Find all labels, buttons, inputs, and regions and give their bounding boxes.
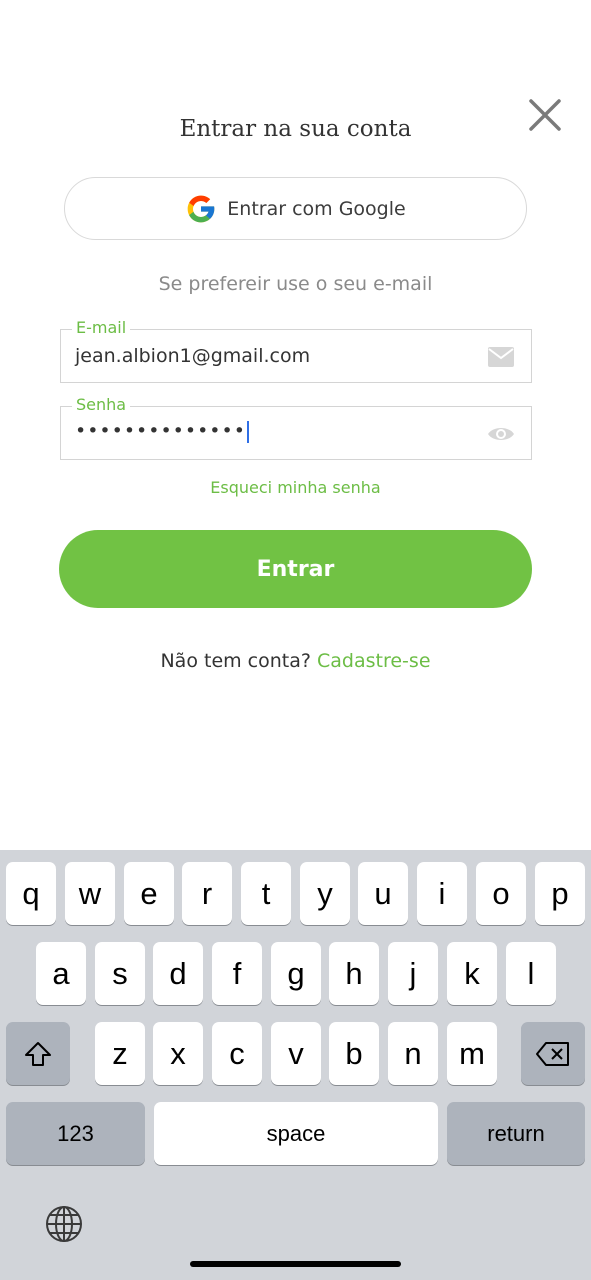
key-n[interactable]: n — [388, 1022, 438, 1085]
numbers-key[interactable]: 123 — [6, 1102, 145, 1165]
shift-key[interactable] — [6, 1022, 70, 1085]
eye-icon[interactable] — [487, 422, 515, 446]
key-o[interactable]: o — [476, 862, 526, 925]
key-c[interactable]: c — [212, 1022, 262, 1085]
mail-icon — [488, 347, 514, 367]
signup-prompt: Não tem conta? Cadastre-se — [0, 650, 591, 672]
key-m[interactable]: m — [447, 1022, 497, 1085]
key-s[interactable]: s — [95, 942, 145, 1005]
email-field-value[interactable]: jean.albion1@gmail.com — [75, 344, 310, 368]
key-t[interactable]: t — [241, 862, 291, 925]
key-b[interactable]: b — [329, 1022, 379, 1085]
password-field-value[interactable]: •••••••••••••• — [75, 419, 249, 443]
key-h[interactable]: h — [329, 942, 379, 1005]
password-dots: •••••••••••••• — [75, 420, 246, 442]
home-indicator — [190, 1261, 401, 1267]
login-button-label: Entrar — [256, 556, 335, 582]
password-field-label: Senha — [72, 395, 131, 415]
shift-icon — [25, 1041, 51, 1066]
key-w[interactable]: w — [65, 862, 115, 925]
key-q[interactable]: q — [6, 862, 56, 925]
key-r[interactable]: r — [182, 862, 232, 925]
backspace-icon — [536, 1041, 569, 1066]
email-hint-text: Se prefereir use o seu e-mail — [158, 273, 433, 295]
key-g[interactable]: g — [271, 942, 321, 1005]
key-x[interactable]: x — [153, 1022, 203, 1085]
page-title: Entrar na sua conta — [179, 116, 412, 142]
signup-prompt-text: Não tem conta? — [160, 650, 311, 672]
key-i[interactable]: i — [417, 862, 467, 925]
key-p[interactable]: p — [535, 862, 585, 925]
key-j[interactable]: j — [388, 942, 438, 1005]
signup-link[interactable]: Cadastre-se — [317, 650, 431, 672]
return-key[interactable]: return — [447, 1102, 585, 1165]
login-button[interactable]: Entrar — [59, 530, 532, 608]
onscreen-keyboard: q w e r t y u i o p a s d f g h j k l z … — [0, 850, 591, 1280]
globe-icon[interactable] — [44, 1204, 84, 1244]
google-signin-label: Entrar com Google — [227, 197, 406, 220]
key-v[interactable]: v — [271, 1022, 321, 1085]
key-l[interactable]: l — [506, 942, 556, 1005]
key-e[interactable]: e — [124, 862, 174, 925]
google-icon — [187, 195, 215, 222]
key-f[interactable]: f — [212, 942, 262, 1005]
space-key[interactable]: space — [154, 1102, 438, 1165]
backspace-key[interactable] — [521, 1022, 585, 1085]
key-z[interactable]: z — [95, 1022, 145, 1085]
email-field-label: E-mail — [72, 318, 131, 338]
password-field[interactable]: Senha •••••••••••••• — [60, 395, 532, 460]
key-u[interactable]: u — [358, 862, 408, 925]
key-y[interactable]: y — [300, 862, 350, 925]
text-caret — [246, 420, 249, 443]
forgot-password-link[interactable]: Esqueci minha senha — [0, 478, 591, 497]
key-k[interactable]: k — [447, 942, 497, 1005]
key-d[interactable]: d — [153, 942, 203, 1005]
email-field[interactable]: E-mail jean.albion1@gmail.com — [60, 318, 532, 383]
google-signin-button[interactable]: Entrar com Google — [64, 177, 527, 240]
key-a[interactable]: a — [36, 942, 86, 1005]
